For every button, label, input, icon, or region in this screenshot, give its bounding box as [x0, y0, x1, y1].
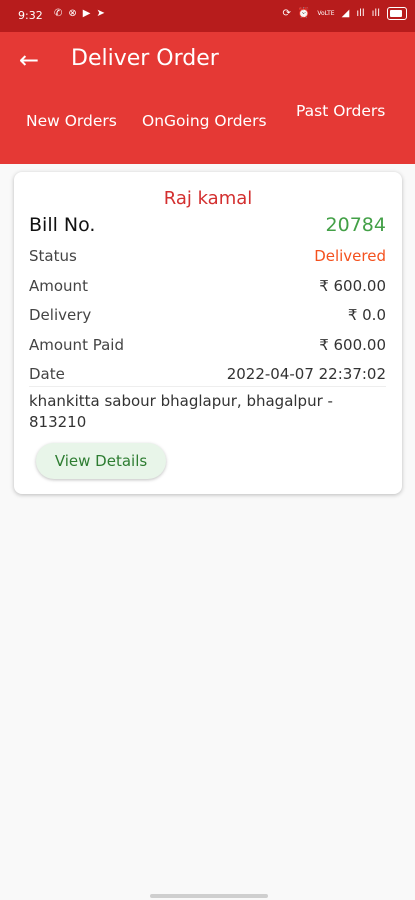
battery-icon	[387, 7, 407, 20]
status-value: Delivered	[314, 247, 386, 265]
delivery-value: ₹ 0.0	[347, 306, 386, 324]
amount-label: Amount	[29, 277, 88, 295]
date-value: 2022-04-07 22:37:02	[226, 365, 386, 383]
view-details-button[interactable]: View Details	[36, 443, 166, 479]
back-arrow-icon[interactable]: ←	[16, 48, 42, 74]
signal-icon: ıll	[356, 8, 365, 19]
alarm-icon: ⏰	[297, 8, 311, 19]
sync-icon: ⟳	[282, 8, 291, 19]
customer-name: Raj kamal	[163, 188, 253, 209]
status-time: 9:32	[18, 9, 43, 22]
status-bar: 9:32 ✆ ⊗ ▶ ➤ ⟳ ⏰ VoLTE ◢ ıll ıll	[0, 0, 415, 32]
tab-ongoing-orders[interactable]: OnGoing Orders	[142, 112, 267, 130]
delivery-label: Delivery	[29, 306, 92, 324]
page-title: Deliver Order	[71, 46, 219, 71]
signal-icon-2: ıll	[371, 8, 380, 19]
tab-past-orders[interactable]: Past Orders	[296, 102, 385, 120]
system-icons: ⟳ ⏰ VoLTE ◢ ıll ıll	[282, 7, 407, 20]
call-icon: ✆	[54, 8, 63, 19]
amount-value: ₹ 600.00	[319, 277, 386, 295]
bill-label: Bill No.	[29, 214, 96, 236]
status-label: Status	[29, 247, 77, 265]
amount-paid-value: ₹ 600.00	[319, 336, 386, 354]
wifi-icon: ◢	[341, 8, 350, 19]
volte-icon: VoLTE	[317, 9, 335, 17]
delivery-address: khankitta sabour bhaglapur, bhagalpur - …	[29, 386, 386, 433]
youtube-icon: ▶	[82, 8, 91, 19]
order-card: Raj kamal Bill No. 20784 Status Delivere…	[14, 172, 402, 494]
amount-paid-label: Amount Paid	[29, 336, 124, 354]
notification-icons: ✆ ⊗ ▶ ➤	[54, 8, 105, 19]
tab-new-orders[interactable]: New Orders	[26, 112, 117, 130]
date-label: Date	[29, 365, 65, 383]
app-bar: ← Deliver Order New Orders OnGoing Order…	[0, 32, 415, 164]
block-icon: ⊗	[68, 8, 77, 19]
telegram-icon: ➤	[96, 8, 105, 19]
gesture-nav-bar[interactable]	[150, 894, 268, 898]
bill-number: 20784	[325, 214, 386, 236]
